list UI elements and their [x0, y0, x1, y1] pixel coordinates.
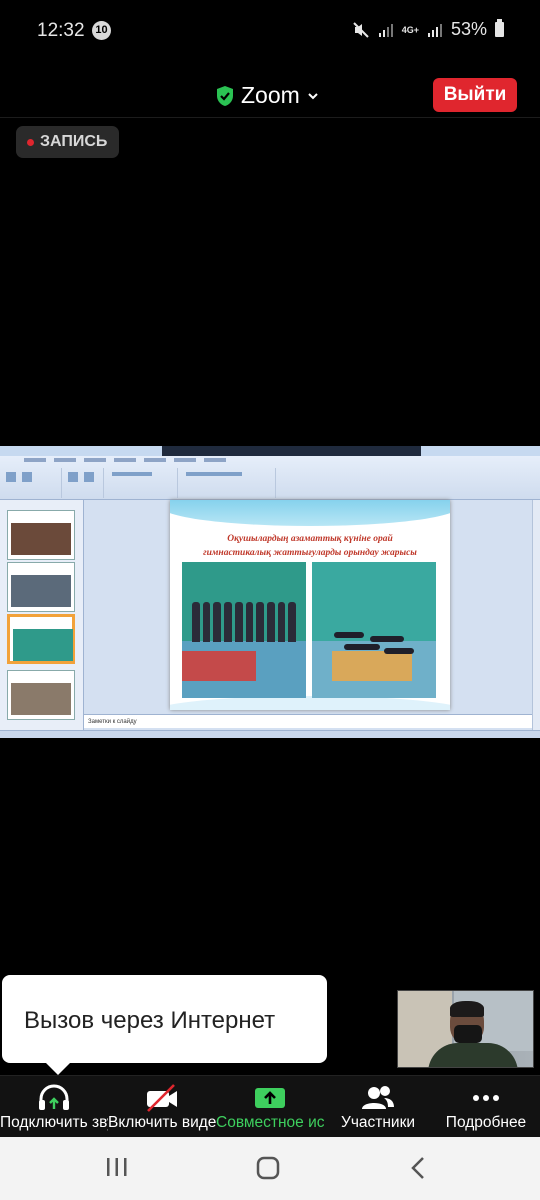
- meeting-toolbar: Подключить звук Включить видео Совместно…: [0, 1075, 540, 1137]
- status-icons: 4G+ 53%: [352, 19, 504, 40]
- start-video-label: Включить видео: [108, 1114, 216, 1131]
- slide-thumbnail: [7, 510, 75, 560]
- more-label: Подробнее: [445, 1114, 527, 1131]
- slide-thumbnail: [7, 562, 75, 612]
- pp-statusbar: [0, 730, 540, 738]
- tooltip-text: Вызов через Интернет: [24, 1007, 276, 1034]
- network-type-label: 4G+: [401, 24, 419, 35]
- recording-label: ЗАПИСЬ: [40, 133, 108, 150]
- meeting-info-toggle[interactable]: Zoom: [215, 82, 320, 109]
- shared-screen[interactable]: Оқушылардың азаматтық күніне орай гимнас…: [0, 446, 540, 738]
- headphones-icon: [39, 1084, 69, 1110]
- join-audio-label: Подключить звук: [0, 1114, 108, 1131]
- leave-meeting-button[interactable]: Выйти: [433, 78, 517, 112]
- slide-photo-group: [182, 562, 306, 698]
- meeting-header: Zoom Выйти: [0, 70, 540, 118]
- slide: Оқушылардың азаматтық күніне орай гимнас…: [170, 500, 450, 710]
- battery-icon: [495, 19, 504, 37]
- recording-dot-icon: [27, 138, 34, 146]
- share-screen-button[interactable]: Совместное использование: [216, 1076, 324, 1138]
- slide-thumbnail-selected: [7, 614, 75, 664]
- slide-title: Оқушылардың азаматтық күніне орай гимнас…: [180, 532, 440, 560]
- self-video-thumbnail[interactable]: [397, 990, 534, 1068]
- more-button[interactable]: Подробнее: [432, 1076, 540, 1138]
- recording-badge: ЗАПИСЬ: [16, 126, 120, 158]
- slide-thumbnail: [7, 670, 75, 720]
- audio-tooltip[interactable]: Вызов через Интернет: [2, 975, 327, 1075]
- join-audio-button[interactable]: Подключить звук: [0, 1076, 108, 1138]
- signal-icon-2: [427, 23, 442, 37]
- share-screen-icon: [255, 1088, 285, 1108]
- more-dots-icon: [473, 1095, 499, 1101]
- slide-title-line-1: Оқушылардың азаматтық күніне орай: [227, 534, 393, 544]
- pp-ribbon: [0, 456, 540, 500]
- back-icon[interactable]: [406, 1155, 432, 1181]
- notification-count-badge: 10: [92, 21, 111, 40]
- battery-percent: 53%: [450, 19, 487, 39]
- status-bar: 12:32 10 4G+ 53%: [0, 0, 540, 64]
- chevron-down-icon: [308, 92, 318, 99]
- pp-canvas: Оқушылардың азаматтық күніне орай гимнас…: [84, 500, 532, 732]
- slide-photo-exercise: [312, 562, 436, 698]
- video-off-icon: [147, 1084, 177, 1112]
- participants-label: Участники: [340, 1114, 416, 1131]
- status-time: 12:32: [37, 20, 85, 41]
- app-title: Zoom: [241, 82, 300, 108]
- participants-icon: [362, 1086, 394, 1109]
- recent-apps-icon[interactable]: [104, 1155, 130, 1179]
- share-screen-label: Совместное использование: [216, 1114, 324, 1131]
- signal-icon: [378, 23, 393, 37]
- home-icon[interactable]: [255, 1155, 281, 1181]
- pp-scrollbar: [532, 500, 540, 730]
- pp-slide-list: [0, 500, 84, 732]
- slide-notes: Заметки к слайду: [84, 714, 532, 728]
- pp-titlebar: [0, 446, 540, 456]
- mute-icon: [352, 21, 369, 38]
- start-video-button[interactable]: Включить видео: [108, 1076, 216, 1138]
- shield-check-icon: [217, 85, 233, 106]
- system-navigation-bar: [0, 1137, 540, 1200]
- slide-title-line-2: гимнастикалық жаттығуларды орындау жарыс…: [203, 548, 417, 558]
- participants-button[interactable]: Участники: [324, 1076, 432, 1138]
